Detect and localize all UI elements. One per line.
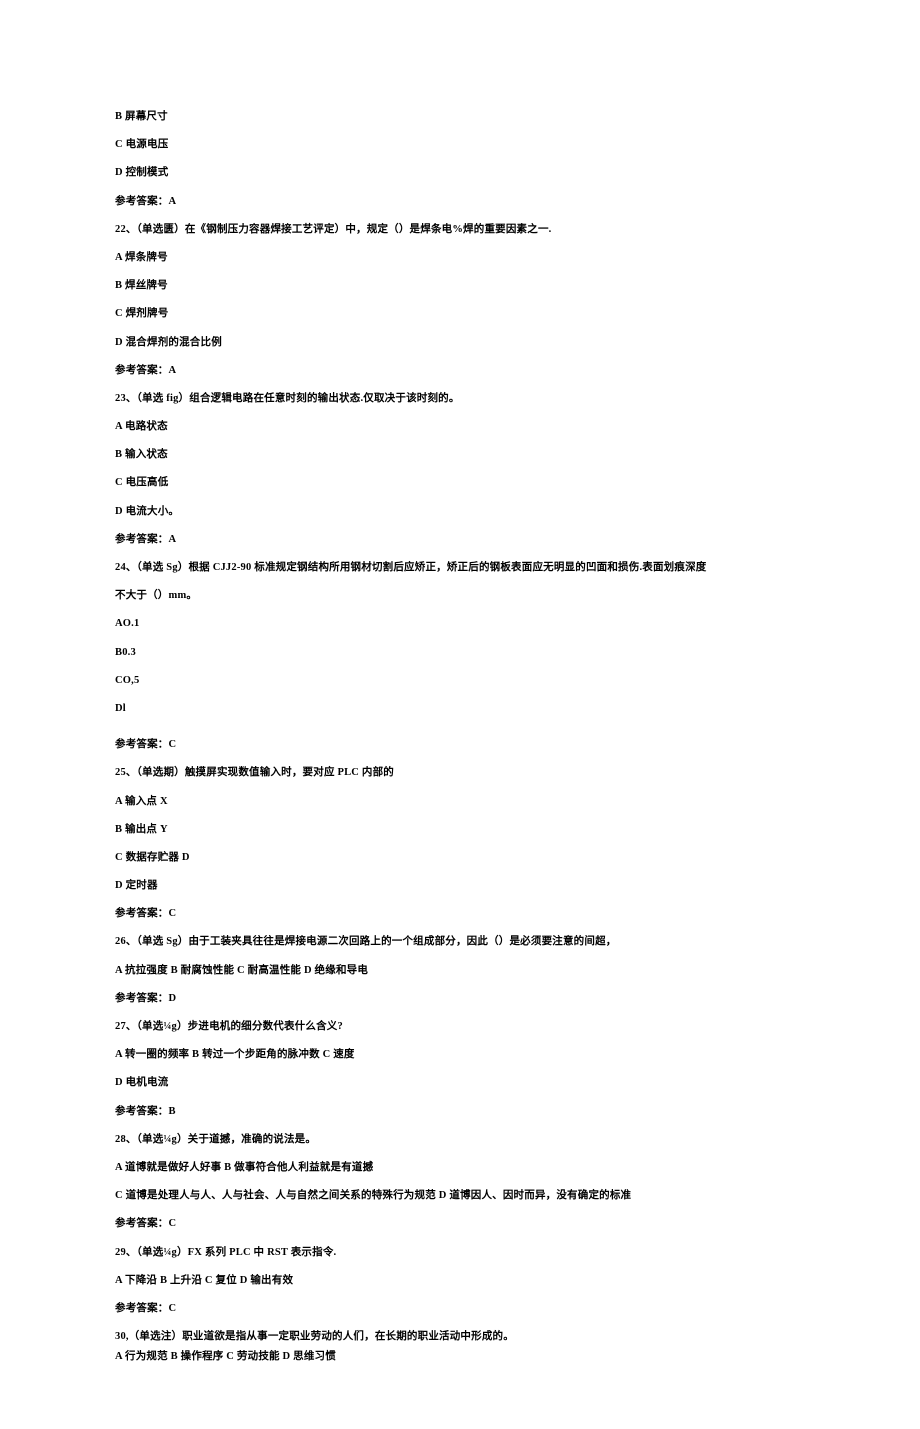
option-text: B 焊丝牌号 xyxy=(115,279,805,294)
option-text: B 屏幕尺寸 xyxy=(115,110,805,125)
answer-text: 参考答案：C xyxy=(115,907,805,922)
option-text: A 焊条牌号 xyxy=(115,251,805,266)
option-text: CO,5 xyxy=(115,674,805,689)
option-text: B0.3 xyxy=(115,646,805,661)
question-stem: 28、（单选¼g）关于道撼，准确的说法是。 xyxy=(115,1133,805,1148)
question-stem: 22、（单选匮）在《钢制压力容器焊接工艺评定）中，规定（）是焊条电%焊的重要因素… xyxy=(115,223,805,238)
option-text: Dl xyxy=(115,702,805,717)
option-text: A 道博就是做好人好事 B 做事符合他人利益就是有道撼 xyxy=(115,1161,805,1176)
option-text: D 电机电流 xyxy=(115,1076,805,1091)
question-stem: 24、（单选 Sg）根据 CJJ2-90 标准规定钢结构所用钢材切割后应矫正，矫… xyxy=(115,561,805,576)
option-text: C 焊剂牌号 xyxy=(115,307,805,322)
option-text: C 数据存贮器 D xyxy=(115,851,805,866)
option-text: A 输入点 X xyxy=(115,795,805,810)
answer-text: 参考答案：D xyxy=(115,992,805,1007)
option-text: A 电路状态 xyxy=(115,420,805,435)
question-stem: 26、（单选 Sg）由于工装夹具往往是焊接电源二次回路上的一个组成部分，因此（）… xyxy=(115,935,805,950)
option-text: D 电流大小。 xyxy=(115,505,805,520)
option-text: A 下降沿 B 上升沿 C 复位 D 输出有效 xyxy=(115,1274,805,1289)
answer-text: 参考答案：A xyxy=(115,195,805,210)
question-stem: 25、（单选期）触摸屏实现数值输入时，要对应 PLC 内部的 xyxy=(115,766,805,781)
option-text: B 输出点 Y xyxy=(115,823,805,838)
question-stem: 27、（单选¼g）步进电机的细分数代表什么含义? xyxy=(115,1020,805,1035)
question-stem: 30,（单选注）职业道欲是指从事一定职业劳动的人们，在长期的职业活动中形成的。 xyxy=(115,1330,805,1345)
answer-text: 参考答案：C xyxy=(115,1302,805,1317)
answer-text: 参考答案：C xyxy=(115,738,805,753)
option-text: AO.1 xyxy=(115,617,805,632)
option-text: C 电源电压 xyxy=(115,138,805,153)
document-page: B 屏幕尺寸 C 电源电压 D 控制模式 参考答案：A 22、（单选匮）在《钢制… xyxy=(0,0,920,1429)
option-text: C 道博是处理人与人、人与社会、人与自然之间关系的特殊行为规范 D 道博因人、因… xyxy=(115,1189,805,1204)
option-text: C 电压高低 xyxy=(115,476,805,491)
option-text: D 混合焊剂的混合比例 xyxy=(115,336,805,351)
answer-text: 参考答案：C xyxy=(115,1217,805,1232)
option-text: B 输入状态 xyxy=(115,448,805,463)
answer-text: 参考答案：A xyxy=(115,364,805,379)
option-text: A 抗拉强度 B 耐腐蚀性能 C 耐高温性能 D 绝缘和导电 xyxy=(115,964,805,979)
question-stem: 23、（单选 fig）组合逻辑电路在任意时刻的输出状态.仅取决于该时刻的。 xyxy=(115,392,805,407)
answer-text: 参考答案：A xyxy=(115,533,805,548)
option-text: D 控制模式 xyxy=(115,166,805,181)
option-text: A 转一圈的频率 B 转过一个步距角的脉冲数 C 速度 xyxy=(115,1048,805,1063)
option-text: A 行为规范 B 操作程序 C 劳动技能 D 思维习惯 xyxy=(115,1350,805,1365)
option-text: D 定时器 xyxy=(115,879,805,894)
question-stem: 不大于（）mm。 xyxy=(115,589,805,604)
question-stem: 29、（单选¼g）FX 系列 PLC 中 RST 表示指令. xyxy=(115,1246,805,1261)
answer-text: 参考答案：B xyxy=(115,1105,805,1120)
